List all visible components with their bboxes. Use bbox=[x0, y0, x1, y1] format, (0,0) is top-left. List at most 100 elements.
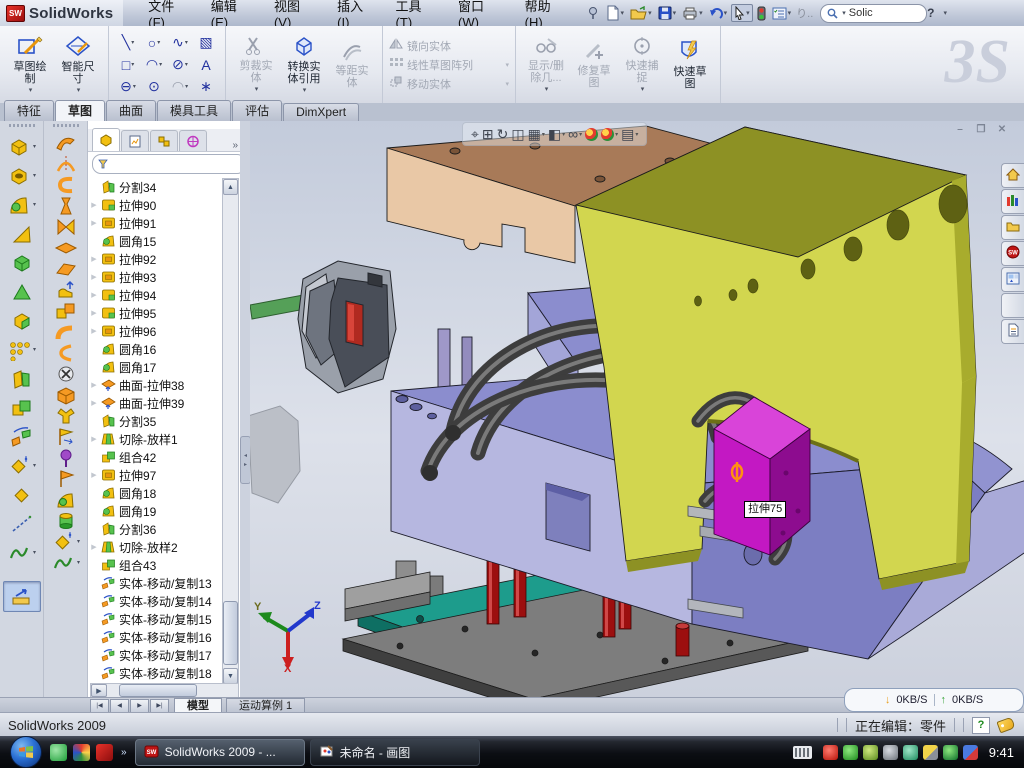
tree-vertical-scrollbar[interactable]: ▲ ▼ bbox=[222, 178, 239, 685]
hide-show-items-button[interactable]: ∞▾ bbox=[568, 126, 582, 142]
dimxpert-tab[interactable] bbox=[179, 130, 207, 151]
vcr-button[interactable]: ▶| bbox=[150, 699, 169, 713]
tray-network-warning-icon[interactable] bbox=[923, 745, 938, 760]
propertymanager-tab[interactable] bbox=[121, 130, 149, 151]
caret-icon[interactable]: ▾ bbox=[621, 9, 625, 17]
parting-line-button[interactable] bbox=[48, 153, 84, 174]
tray-security-red-icon[interactable] bbox=[823, 745, 838, 760]
caret-icon[interactable]: ▾ bbox=[579, 131, 582, 138]
doc-close-button[interactable]: ✕ bbox=[994, 123, 1010, 136]
scroll-right-button[interactable]: ▶ bbox=[91, 684, 107, 697]
tray-sync-icon[interactable] bbox=[903, 745, 918, 760]
mold-box-button[interactable] bbox=[48, 384, 84, 405]
close-button[interactable] bbox=[999, 6, 1016, 21]
tree-item-组合43[interactable]: 组合43 bbox=[90, 556, 222, 574]
shut-off-surface-button[interactable] bbox=[48, 174, 84, 195]
start-button[interactable] bbox=[10, 736, 42, 768]
tree-item-圆角18[interactable]: 圆角18 bbox=[90, 484, 222, 502]
tab-草图[interactable]: 草图 bbox=[55, 100, 105, 122]
expand-arrow-icon[interactable]: ▶ bbox=[90, 219, 98, 227]
tree-item-实体-移动/复制15[interactable]: 实体-移动/复制15 bbox=[90, 610, 222, 628]
solidworks-search-tab[interactable]: SW bbox=[1001, 241, 1024, 266]
caret-icon[interactable]: ▾ bbox=[33, 549, 36, 556]
locating-pin-button[interactable] bbox=[48, 447, 84, 468]
solidworks-resources-tab[interactable] bbox=[1001, 163, 1024, 188]
split-button[interactable] bbox=[4, 364, 40, 393]
edit-appearance-button[interactable] bbox=[585, 128, 598, 141]
caret-icon[interactable]: ▾ bbox=[77, 538, 80, 545]
scale-button[interactable] bbox=[48, 426, 84, 447]
chamfer-button[interactable] bbox=[4, 219, 40, 248]
tree-item-实体-移动/复制16[interactable]: 实体-移动/复制16 bbox=[90, 628, 222, 646]
view-palette-tab[interactable] bbox=[1001, 267, 1024, 292]
tree-item-曲面-拉伸38[interactable]: ▶曲面-拉伸38 bbox=[90, 376, 222, 394]
help-button[interactable]: ? bbox=[927, 6, 934, 20]
tray-volume-icon[interactable] bbox=[883, 745, 898, 760]
linear-pattern-button[interactable]: ▾ bbox=[4, 335, 40, 364]
sketch-fillet-sketch-tool[interactable]: ◠▾ bbox=[167, 76, 193, 98]
fillet-button[interactable]: ▾ bbox=[4, 190, 40, 219]
taskbar-task-SolidWorks 2009 - ...[interactable]: SWSolidWorks 2009 - ... bbox=[135, 739, 305, 766]
tree-item-圆角15[interactable]: 圆角15 bbox=[90, 232, 222, 250]
caret-icon[interactable]: ▾ bbox=[77, 559, 80, 566]
tab-评估[interactable]: 评估 bbox=[232, 100, 282, 121]
select-box-sketch-tool[interactable]: ▧ bbox=[193, 32, 219, 54]
rebuild-button[interactable] bbox=[755, 5, 768, 22]
tree-item-实体-移动/复制14[interactable]: 实体-移动/复制14 bbox=[90, 592, 222, 610]
restore-button[interactable] bbox=[976, 6, 993, 21]
expand-arrow-icon[interactable]: ▶ bbox=[90, 543, 98, 551]
doc-minimize-button[interactable]: – bbox=[952, 123, 968, 136]
caret-icon[interactable]: ▾ bbox=[33, 143, 36, 150]
tree-horizontal-scrollbar[interactable]: ◀ ▶ bbox=[90, 683, 239, 698]
caret-icon[interactable]: ▾ bbox=[648, 9, 652, 17]
vcr-button[interactable]: ▶ bbox=[130, 699, 149, 713]
tree-item-实体-移动/复制18[interactable]: 实体-移动/复制18 bbox=[90, 664, 222, 682]
caret-icon[interactable]: ▾ bbox=[788, 9, 792, 17]
tree-item-拉伸93[interactable]: ▶拉伸93 bbox=[90, 268, 222, 286]
undercut-analysis-button[interactable] bbox=[48, 342, 84, 363]
draft-button[interactable] bbox=[4, 277, 40, 306]
caret-icon[interactable]: ▾ bbox=[33, 172, 36, 179]
helix-button[interactable]: ▾ bbox=[4, 538, 40, 567]
caret-icon[interactable]: ▾ bbox=[673, 9, 677, 17]
combine-button[interactable] bbox=[4, 393, 40, 422]
side-core-button[interactable] bbox=[48, 216, 84, 237]
quick-tips-button[interactable]: ? bbox=[972, 717, 990, 734]
options-list-button[interactable]: ▾ bbox=[770, 6, 794, 21]
extruded-boss-button[interactable]: ▾ bbox=[4, 132, 40, 161]
tab-DimXpert[interactable]: DimXpert bbox=[283, 103, 359, 121]
tree-item-实体-移动/复制13[interactable]: 实体-移动/复制13 bbox=[90, 574, 222, 592]
tree-item-圆角17[interactable]: 圆角17 bbox=[90, 358, 222, 376]
caret-icon[interactable]: ▾ bbox=[542, 131, 545, 138]
tray-updates-icon[interactable] bbox=[963, 745, 978, 760]
reference-geometry-button[interactable]: ▾ bbox=[4, 451, 40, 480]
menu-h[interactable]: 帮助(H) bbox=[514, 0, 578, 26]
core-button[interactable] bbox=[48, 195, 84, 216]
tree-item-分割34[interactable]: 分割34 bbox=[90, 178, 222, 196]
rectangle-sketch-tool[interactable]: □▾ bbox=[115, 54, 141, 76]
text-sketch-tool[interactable]: A bbox=[193, 54, 219, 76]
search-input[interactable]: Solic bbox=[849, 7, 873, 19]
caret-icon[interactable]: ▾ bbox=[635, 131, 638, 138]
caret-icon[interactable]: ▾ bbox=[303, 86, 307, 94]
design-library-tab[interactable] bbox=[1001, 189, 1024, 214]
caret-icon[interactable]: ▾ bbox=[746, 9, 750, 17]
zoom-fit-button[interactable]: ⌖ bbox=[471, 126, 479, 143]
model-tab-模型[interactable]: 模型 bbox=[174, 698, 222, 713]
undo-button[interactable]: ▾ bbox=[707, 5, 730, 21]
tree-item-分割36[interactable]: 分割36 bbox=[90, 520, 222, 538]
display-style-button[interactable]: ◧▾ bbox=[548, 126, 565, 143]
expand-arrow-icon[interactable]: ▶ bbox=[90, 273, 98, 281]
tree-filter-input[interactable] bbox=[92, 154, 246, 174]
menu-e[interactable]: 编辑(E) bbox=[200, 0, 263, 26]
tab-特征[interactable]: 特征 bbox=[4, 100, 54, 121]
tree-item-圆角16[interactable]: 圆角16 bbox=[90, 340, 222, 358]
tree-item-切除-放样2[interactable]: ▶切除-放样2 bbox=[90, 538, 222, 556]
reference-geometry2-button[interactable]: ▾ bbox=[48, 531, 84, 552]
tray-shield-green-icon[interactable] bbox=[843, 745, 858, 760]
spline-sketch-tool[interactable]: ∿▾ bbox=[167, 32, 193, 54]
tree-item-分割35[interactable]: 分割35 bbox=[90, 412, 222, 430]
plane-button[interactable] bbox=[4, 480, 40, 509]
vcr-button[interactable]: ◀ bbox=[110, 699, 129, 713]
menu-w[interactable]: 窗口(W) bbox=[447, 0, 514, 26]
